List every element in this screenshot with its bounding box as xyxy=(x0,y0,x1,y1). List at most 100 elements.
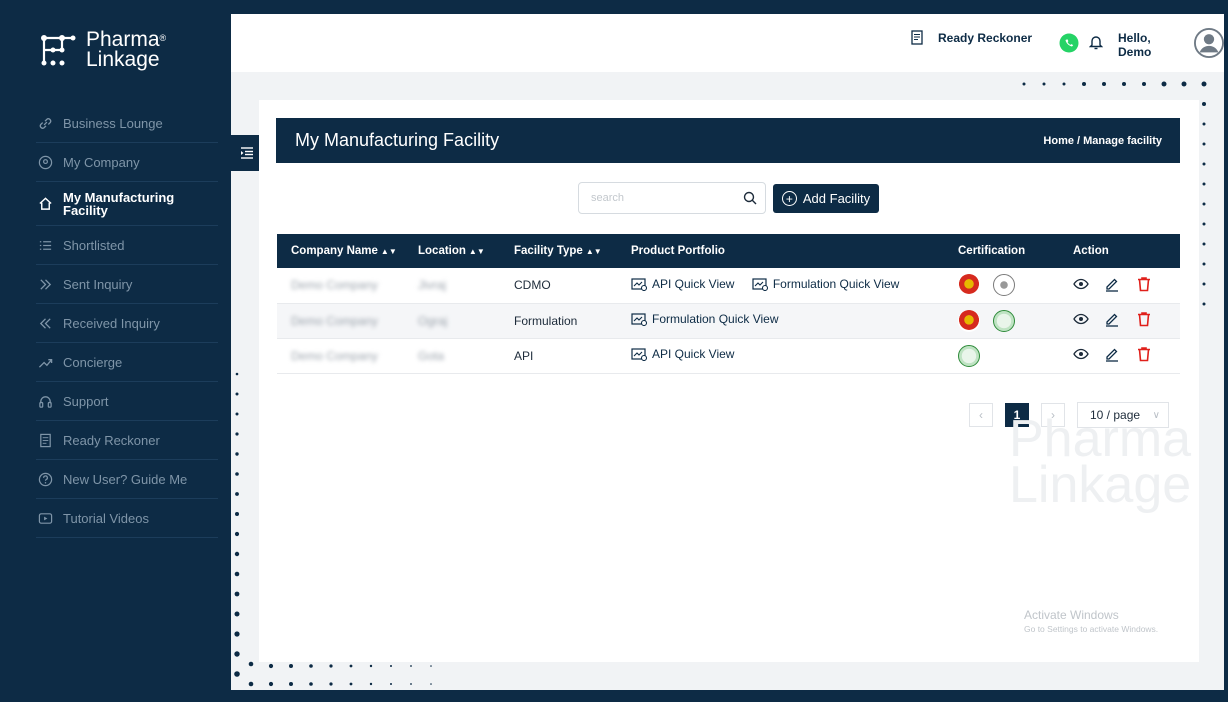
formulation-quick-view-link[interactable]: Formulation Quick View xyxy=(752,277,899,291)
location-pin-icon xyxy=(36,153,54,171)
chart-view-icon xyxy=(752,277,768,291)
edit-icon[interactable] xyxy=(1104,276,1120,292)
column-header-location[interactable]: Location ▲▼ xyxy=(418,234,514,268)
sidebar-item-concierge[interactable]: Concierge xyxy=(36,343,218,382)
column-header-product-portfolio: Product Portfolio xyxy=(631,245,725,257)
trend-icon xyxy=(36,353,54,371)
bell-icon xyxy=(1089,36,1103,50)
sort-icon: ▲▼ xyxy=(468,247,485,256)
company-name-cell: Demo Company xyxy=(291,348,378,363)
chart-view-icon xyxy=(631,313,648,326)
link-icon xyxy=(36,114,54,132)
double-chevron-right-icon xyxy=(36,275,54,293)
location-cell: Gota xyxy=(418,348,445,363)
column-header-action: Action xyxy=(1073,245,1109,257)
ready-reckoner-label: Ready Reckoner xyxy=(938,31,1033,45)
column-header-certification: Certification xyxy=(958,245,1026,257)
table-row: Demo Company Gota API API Quick View xyxy=(277,338,1180,373)
table-row: Demo Company Jivraj CDMO API Quick View … xyxy=(277,268,1180,303)
avatar xyxy=(1194,28,1224,58)
whatsapp-icon xyxy=(1059,33,1079,53)
sidebar-item-my-company[interactable]: My Company xyxy=(36,143,218,182)
column-header-facility-type[interactable]: Facility Type ▲▼ xyxy=(514,234,631,268)
user-menu[interactable]: Hello, Demo xyxy=(1118,28,1224,59)
watermark-logo: Pharma Linkage xyxy=(1009,410,1192,514)
company-name-cell: Demo Company xyxy=(291,278,378,293)
sidebar-item-guide-me[interactable]: New User? Guide Me xyxy=(36,460,218,499)
api-quick-view-link[interactable]: API Quick View xyxy=(631,347,734,361)
api-quick-view-link[interactable]: API Quick View xyxy=(631,277,734,291)
plus-icon: + xyxy=(781,191,797,206)
main-card: My Manufacturing Facility Home / Manage … xyxy=(259,100,1199,662)
delete-icon[interactable] xyxy=(1136,346,1152,362)
certification-cell xyxy=(958,338,1065,373)
sidebar-item-business-lounge[interactable]: Business Lounge xyxy=(36,104,218,143)
china-gmp-emblem-icon xyxy=(958,274,980,297)
document-icon xyxy=(36,431,54,449)
activate-windows-notice: Activate Windows Go to Settings to activ… xyxy=(1024,608,1159,634)
list-icon xyxy=(36,236,54,254)
edit-icon[interactable] xyxy=(1104,311,1120,327)
ready-reckoner-link[interactable]: Ready Reckoner xyxy=(910,30,1032,46)
document-icon xyxy=(911,30,923,45)
who-gmp-emblem-icon xyxy=(993,309,1016,332)
sidebar-item-ready-reckoner[interactable]: Ready Reckoner xyxy=(36,421,218,460)
sidebar-item-my-manufacturing-facility[interactable]: My Manufacturing Facility xyxy=(36,182,218,226)
greeting-label: Hello, Demo xyxy=(1118,30,1152,59)
home-icon xyxy=(36,195,54,213)
action-cell xyxy=(1065,338,1180,373)
add-facility-button[interactable]: + Add Facility xyxy=(773,184,879,213)
double-chevron-left-icon xyxy=(36,314,54,332)
sidebar-item-sent-inquiry[interactable]: Sent Inquiry xyxy=(36,265,218,304)
formulation-quick-view-link[interactable]: Formulation Quick View xyxy=(631,312,779,326)
sidebar-item-tutorial-videos[interactable]: Tutorial Videos xyxy=(36,499,218,538)
headset-icon xyxy=(36,392,54,410)
certification-cell xyxy=(958,303,1065,338)
china-gmp-emblem-icon xyxy=(958,309,980,332)
breadcrumb[interactable]: Home / Manage facility xyxy=(1043,135,1162,147)
facility-type-cell: Formulation xyxy=(514,313,578,328)
view-icon[interactable] xyxy=(1073,276,1089,292)
company-name-cell: Demo Company xyxy=(291,313,378,328)
page-title: My Manufacturing Facility xyxy=(295,130,500,150)
portfolio-cell: API Quick View Formulation Quick View xyxy=(631,268,958,303)
brand-logo: Pharma® Linkage xyxy=(40,28,167,71)
app-frame: Ready Reckoner Hello, Demo Pharma® Linka… xyxy=(14,14,1224,690)
sort-icon: ▲▼ xyxy=(585,247,602,256)
search-box xyxy=(578,182,766,214)
sidebar-item-support[interactable]: Support xyxy=(36,382,218,421)
portfolio-cell: Formulation Quick View xyxy=(631,303,958,338)
top-bar: Ready Reckoner Hello, Demo xyxy=(231,14,1224,72)
pharma-linkage-logo-icon xyxy=(41,35,76,66)
sidebar-item-shortlisted[interactable]: Shortlisted xyxy=(36,226,218,265)
sidebar-menu: Business Lounge My Company My Manufactur… xyxy=(36,104,218,538)
notification-button[interactable] xyxy=(1089,34,1103,50)
edit-icon[interactable] xyxy=(1104,346,1120,362)
delete-icon[interactable] xyxy=(1136,311,1152,327)
search-icon[interactable] xyxy=(743,191,757,205)
column-header-company[interactable]: Company Name ▲▼ xyxy=(277,234,418,268)
page-header: My Manufacturing Facility Home / Manage … xyxy=(276,118,1180,163)
sidebar-toggle-button[interactable] xyxy=(231,135,262,171)
view-icon[interactable] xyxy=(1073,311,1089,327)
table-row: Demo Company Ograj Formulation Formulati… xyxy=(277,303,1180,338)
india-emblem-icon xyxy=(993,274,1016,297)
facility-type-cell: API xyxy=(514,348,534,363)
delete-icon[interactable] xyxy=(1136,276,1152,292)
prev-page-button[interactable]: ‹ xyxy=(969,403,993,427)
search-input[interactable] xyxy=(591,192,731,204)
location-cell: Ograj xyxy=(418,313,448,328)
view-icon[interactable] xyxy=(1073,346,1089,362)
sidebar-item-received-inquiry[interactable]: Received Inquiry xyxy=(36,304,218,343)
portfolio-cell: API Quick View xyxy=(631,338,958,373)
sort-icon: ▲▼ xyxy=(380,247,397,256)
add-facility-label: Add Facility xyxy=(802,191,871,206)
sidebar: Pharma® Linkage Business Lounge My Compa… xyxy=(14,14,231,690)
chart-view-icon xyxy=(631,277,648,291)
whatsapp-button[interactable] xyxy=(1059,33,1079,53)
brand-name: Pharma® Linkage xyxy=(86,28,167,71)
who-gmp-emblem-icon xyxy=(958,344,980,367)
certification-cell xyxy=(958,268,1065,303)
facility-table: Company Name ▲▼ Location ▲▼ Facility Type ▲… xyxy=(277,234,1180,374)
location-cell: Jivraj xyxy=(418,278,447,293)
